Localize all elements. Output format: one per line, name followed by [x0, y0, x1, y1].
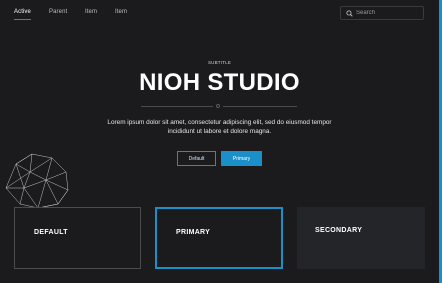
card-secondary[interactable]: SECONDARY	[297, 207, 425, 269]
nav-item-active[interactable]: Active	[14, 9, 31, 15]
nav-active-indicator	[14, 19, 31, 20]
default-button[interactable]: Default	[177, 151, 216, 166]
nav-item-item-2[interactable]: Item	[115, 9, 127, 15]
hero-divider	[141, 104, 297, 109]
polyhedron-decoration-icon	[5, 153, 69, 209]
search-box[interactable]	[340, 6, 424, 20]
hero-subtitle: SUBTITLE	[207, 60, 232, 65]
search-icon	[346, 10, 353, 17]
page: Active Parent Item Item SUBTITLE NIOH ST…	[0, 0, 442, 283]
nav-item-item-1[interactable]: Item	[85, 9, 97, 15]
card-primary[interactable]: PRIMARY	[155, 207, 283, 269]
top-navbar: Active Parent Item Item	[0, 0, 439, 28]
hero-description: Lorem ipsum dolor sit amet, consectetur …	[107, 119, 332, 136]
divider-line-left	[141, 106, 213, 107]
hero-title: NIOH STUDIO	[139, 69, 300, 96]
card-secondary-label: SECONDARY	[315, 227, 363, 234]
primary-button[interactable]: Primary	[221, 151, 262, 166]
card-primary-label: PRIMARY	[176, 229, 211, 236]
nav-item-parent[interactable]: Parent	[49, 9, 67, 15]
divider-line-right	[223, 106, 297, 107]
search-input[interactable]	[356, 7, 420, 19]
divider-dot	[216, 104, 220, 108]
card-default-label: DEFAULT	[34, 229, 68, 236]
card-default[interactable]: DEFAULT	[14, 207, 141, 269]
